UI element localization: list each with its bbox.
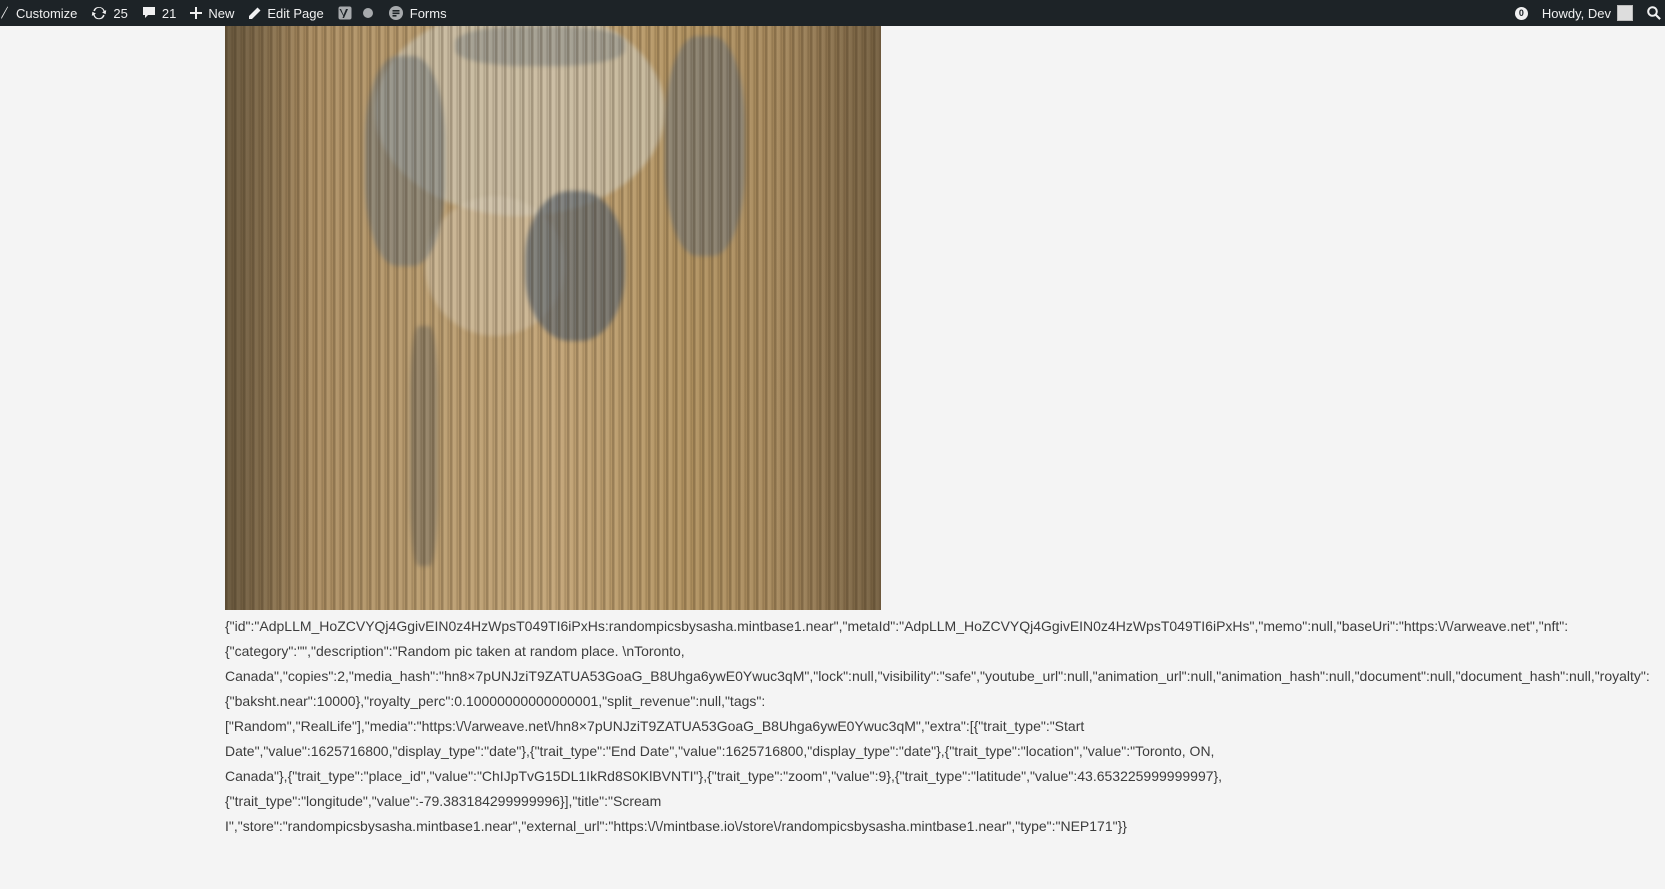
metadata-line: ["Random","RealLife"],"media":"https:\/\… <box>225 718 1085 734</box>
admin-bar: Customize 25 21 New Edit Page Forms 0 Ho… <box>0 0 1665 26</box>
image-shadow <box>225 26 315 610</box>
admin-bar-left: Customize 25 21 New Edit Page Forms <box>0 0 454 26</box>
edit-page-link[interactable]: Edit Page <box>241 0 330 26</box>
yoast-icon <box>338 6 352 20</box>
updates-icon <box>91 5 107 21</box>
nft-image <box>225 26 881 610</box>
yoast-seo-menu[interactable] <box>331 0 381 26</box>
nft-metadata-text: {"id":"AdpLLM_HoZCVYQj4GgivEIN0z4HzWpsT0… <box>225 614 1665 839</box>
metadata-line: I","store":"randompicsbysasha.mintbase1.… <box>225 818 1127 834</box>
updates-link[interactable]: 25 <box>84 0 134 26</box>
forms-link[interactable]: Forms <box>381 0 454 26</box>
metadata-line: Canada"},{"trait_type":"place_id","value… <box>225 768 1223 784</box>
notifications-link[interactable]: 0 <box>1508 0 1535 26</box>
comments-count: 21 <box>161 5 177 21</box>
notification-count: 0 <box>1514 6 1528 20</box>
search-button[interactable] <box>1640 0 1665 26</box>
new-content-link[interactable]: New <box>183 0 241 26</box>
plus-icon <box>190 7 203 19</box>
new-label: New <box>208 5 235 21</box>
my-account-link[interactable]: Howdy, Dev <box>1535 0 1640 26</box>
comments-icon <box>142 6 156 20</box>
search-icon <box>1647 6 1661 20</box>
edit-page-label: Edit Page <box>267 5 324 21</box>
avatar <box>1617 5 1633 21</box>
metadata-line: {"baksht.near":10000},"royalty_perc":0.1… <box>225 693 766 709</box>
customize-label: Customize <box>16 5 78 21</box>
customize-icon <box>0 6 10 20</box>
forms-icon <box>388 5 404 21</box>
metadata-line: {"trait_type":"longitude","value":-79.38… <box>225 793 662 809</box>
status-dot-icon <box>362 7 374 19</box>
metadata-line: Canada","copies":2,"media_hash":"hn8×7pU… <box>225 668 1650 684</box>
page-content: {"id":"AdpLLM_HoZCVYQj4GgivEIN0z4HzWpsT0… <box>225 26 1665 839</box>
admin-bar-right: 0 Howdy, Dev <box>1508 0 1665 26</box>
customize-link[interactable]: Customize <box>0 0 84 26</box>
updates-count: 25 <box>113 5 128 21</box>
metadata-line: Date","value":1625716800,"display_type":… <box>225 743 1215 759</box>
comments-link[interactable]: 21 <box>135 0 183 26</box>
pencil-icon <box>248 7 261 20</box>
greeting-label: Howdy, Dev <box>1541 5 1611 21</box>
metadata-line: {"category":"","description":"Random pic… <box>225 643 685 659</box>
metadata-line: {"id":"AdpLLM_HoZCVYQj4GgivEIN0z4HzWpsT0… <box>225 618 1569 634</box>
image-shadow <box>771 26 881 610</box>
forms-label: Forms <box>409 5 447 21</box>
